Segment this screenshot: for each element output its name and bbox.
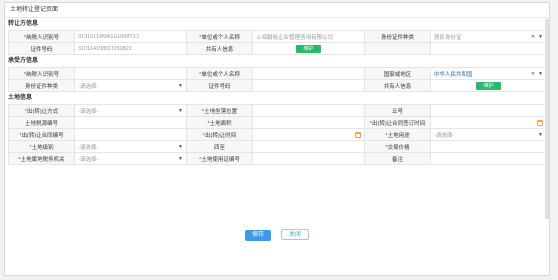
transferee-form: *纳税人识别号 *单位或个人名称 国家或地区 中华人民共和国 ✕ ▼ 身份证件种类 … — [8, 67, 547, 92]
land-use-value: -请选择- — [434, 132, 455, 139]
transferor-unit-name-field[interactable]: 上海毅裕企业管理咨询有限公司 — [252, 30, 365, 43]
transferor-co-owner-label: 共有人信息 — [186, 42, 253, 55]
transferor-id-no-label: 证件号码 — [8, 42, 75, 55]
contract-date-label: *出(转)让合同签订时间 — [364, 116, 431, 129]
save-button[interactable]: 保存 — [245, 230, 272, 241]
clear-icon[interactable]: ✕ — [531, 34, 535, 40]
transferor-co-owner-cell: 维护 — [252, 42, 365, 55]
transfer-method-label: *出(转)让方式 — [8, 104, 75, 117]
land-transfer-dialog: 土地转让登记页面 转让方信息 *纳税人识别号 91310114MA1GU6MY1… — [4, 2, 550, 276]
transferee-unit-name-label: *单位或个人名称 — [186, 67, 253, 80]
land-section-title: 土地信息 — [8, 95, 33, 101]
transferee-id-no-label: 证件号码 — [186, 79, 253, 92]
tax-source-field[interactable] — [74, 116, 187, 129]
land-grade-label: *土地级别 — [8, 140, 75, 153]
transferee-id-no-field[interactable] — [252, 79, 365, 92]
transferee-co-owner-label: 共有人信息 — [364, 79, 431, 92]
cert-no-field[interactable] — [252, 152, 365, 165]
remark-label: 备注 — [364, 152, 431, 165]
empty-value-cell — [430, 42, 547, 55]
tax-authority-value: -请选择- — [78, 156, 99, 163]
empty-label-cell — [364, 42, 431, 55]
land-use-select[interactable]: -请选择- ▼ — [430, 128, 547, 141]
transferor-unit-name-label: *单位或个人名称 — [186, 30, 253, 43]
transferee-id-type-value: -请选择- — [78, 83, 99, 90]
boundary-field[interactable] — [252, 140, 365, 153]
land-form: *出(转)让方式 -请选择- ▼ *土地坐落位置 丘号 土地税源编号 *土地面积 … — [8, 104, 547, 165]
tax-source-label: 土地税源编号 — [8, 116, 75, 129]
boundary-label: 四至 — [186, 140, 253, 153]
clear-icon[interactable]: ✕ — [531, 71, 535, 77]
remark-field[interactable] — [430, 152, 547, 165]
transferee-country-select[interactable]: 中华人民共和国 ✕ ▼ — [430, 67, 547, 80]
hill-no-label: 丘号 — [364, 104, 431, 117]
transferee-co-owner-cell: 维护 — [430, 79, 547, 92]
cert-no-label: *土地使用证编号 — [186, 152, 253, 165]
dropdown-arrow-icon[interactable]: ▼ — [538, 71, 543, 77]
contract-no-label: *出(转)让合同编号 — [8, 128, 75, 141]
dropdown-arrow-icon[interactable]: ▼ — [538, 132, 543, 138]
tax-authority-label: *土地属地税务机关 — [8, 152, 75, 165]
land-grade-select[interactable]: -请选择- ▼ — [74, 140, 187, 153]
dialog-footer: 保存 关闭 — [5, 229, 549, 241]
transferee-country-value: 中华人民共和国 — [434, 71, 473, 78]
transferor-taxpayer-id-field[interactable]: 91310114MA1GU6MY1J — [74, 30, 187, 43]
contract-no-field[interactable] — [74, 128, 187, 141]
land-area-label: *土地面积 — [186, 116, 253, 129]
hill-no-field[interactable] — [430, 104, 547, 117]
dropdown-arrow-icon[interactable]: ▼ — [178, 108, 183, 114]
transferee-unit-name-field[interactable] — [252, 67, 365, 80]
transferee-country-label: 国家或地区 — [364, 67, 431, 80]
transfer-time-label: *出(转)让时间 — [186, 128, 253, 141]
transferor-maintain-button[interactable]: 维护 — [296, 44, 321, 53]
dropdown-arrow-icon[interactable]: ▼ — [178, 83, 183, 89]
calendar-icon[interactable] — [355, 131, 361, 138]
transferor-taxpayer-id-label: *纳税人识别号 — [8, 30, 75, 43]
transferee-taxpayer-id-field[interactable] — [74, 67, 187, 80]
transferor-id-type-label: 身份证件种类 — [364, 30, 431, 43]
transfer-time-field[interactable] — [252, 128, 365, 141]
transferee-section-title: 承受方信息 — [8, 58, 39, 64]
transferor-id-type-select[interactable]: 居民身份证 ✕ ▼ — [430, 30, 547, 43]
tax-authority-select[interactable]: -请选择- ▼ — [74, 152, 187, 165]
calendar-icon[interactable] — [537, 119, 543, 126]
land-location-label: *土地坐落位置 — [186, 104, 253, 117]
price-label: *交易价格 — [364, 140, 431, 153]
scrollbar[interactable] — [545, 19, 549, 219]
price-field[interactable] — [430, 140, 547, 153]
transferee-taxpayer-id-label: *纳税人识别号 — [8, 67, 75, 80]
dropdown-arrow-icon[interactable]: ▼ — [538, 34, 543, 40]
transferor-section-title: 转让方信息 — [8, 21, 39, 27]
transferor-id-no-field[interactable]: 310114198511150821 — [74, 42, 187, 55]
dropdown-arrow-icon[interactable]: ▼ — [178, 144, 183, 150]
transferor-id-type-value: 居民身份证 — [434, 34, 462, 41]
transferor-form: *纳税人识别号 91310114MA1GU6MY1J *单位或个人名称 上海毅裕… — [8, 30, 547, 55]
dialog-title: 土地转让登记页面 — [5, 3, 549, 18]
transferee-id-type-select[interactable]: -请选择- ▼ — [74, 79, 187, 92]
land-location-field[interactable] — [252, 104, 365, 117]
transfer-method-value: -请选择- — [78, 108, 99, 115]
close-button[interactable]: 关闭 — [280, 229, 309, 240]
contract-date-field[interactable] — [430, 116, 547, 129]
land-use-label: *土地用途 — [364, 128, 431, 141]
land-grade-value: -请选择- — [78, 144, 99, 151]
dropdown-arrow-icon[interactable]: ▼ — [178, 156, 183, 162]
transferee-maintain-button[interactable]: 维护 — [476, 81, 501, 90]
transfer-method-select[interactable]: -请选择- ▼ — [74, 104, 187, 117]
transferee-id-type-label: 身份证件种类 — [8, 79, 75, 92]
land-area-field[interactable] — [252, 116, 365, 129]
